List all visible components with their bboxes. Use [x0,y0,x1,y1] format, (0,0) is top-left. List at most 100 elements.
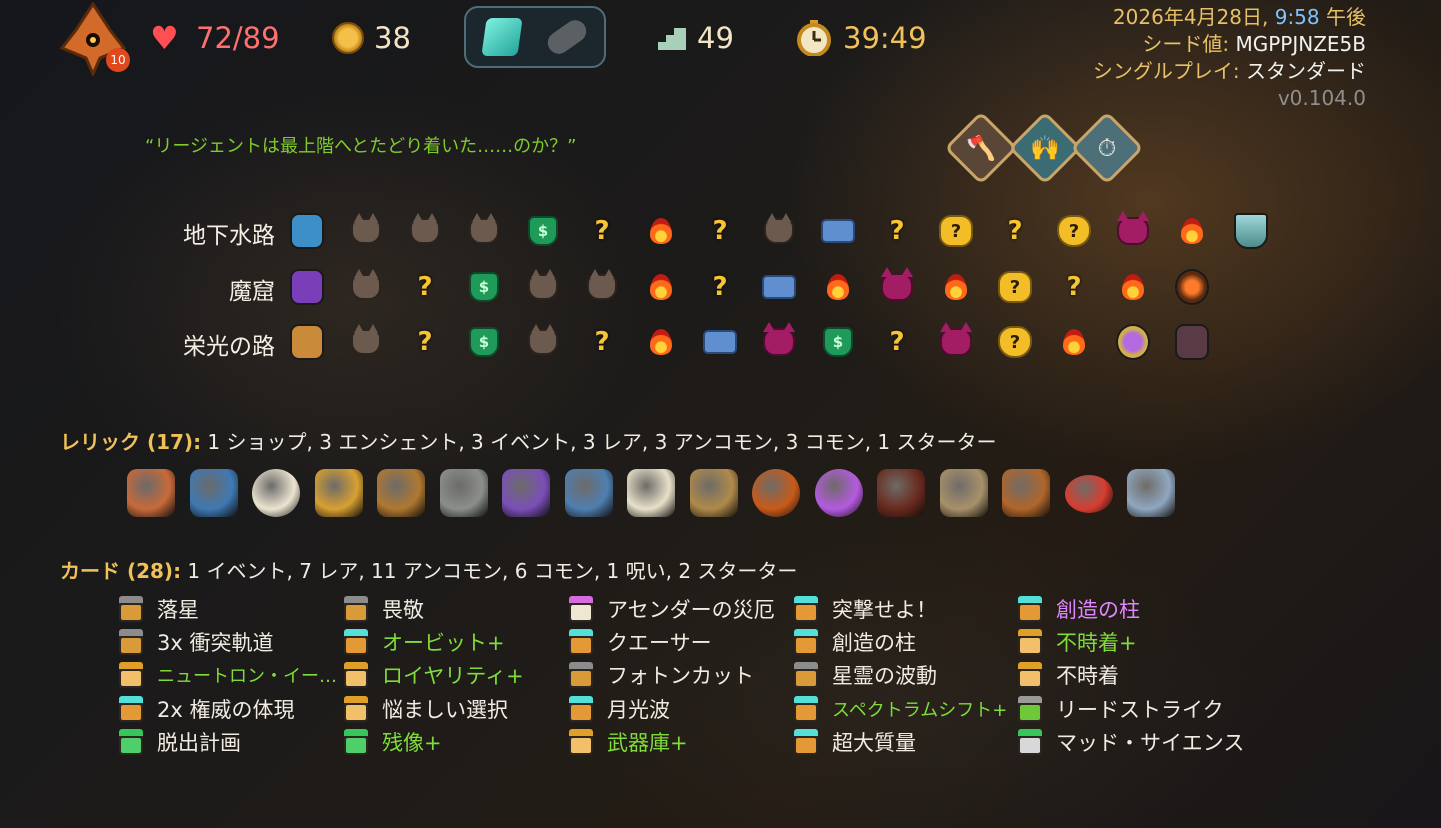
unknown-node-icon[interactable]: ? [408,270,442,304]
card-entry[interactable]: 残像+ [344,727,442,757]
card-entry[interactable]: スペクトラムシフト+ [794,694,1007,724]
rare-unknown-node-icon[interactable]: ? [998,270,1032,304]
card-name: 超大質量 [832,730,916,755]
seed-line[interactable]: シード値: MGPPJNZE5B [1093,31,1366,58]
card-entry[interactable]: 武器庫+ [569,727,688,757]
rest-node-icon[interactable] [644,214,678,248]
card-entry[interactable]: 創造の柱 [1018,594,1140,624]
card-entry[interactable]: ロイヤリティ+ [344,660,524,690]
candelabra-relic-icon[interactable] [439,469,488,517]
lantern-relic-icon[interactable] [689,469,738,517]
monster-node-icon[interactable] [762,213,796,248]
card-entry[interactable]: 畏敬 [344,594,424,624]
horse-relic-icon[interactable] [377,469,425,517]
boss-end3-node-icon[interactable] [1175,324,1209,360]
drill-relic-icon[interactable] [1127,469,1175,517]
treasure-bag-node-icon[interactable]: $ [821,325,855,359]
chest-node-icon[interactable] [821,214,855,248]
card-entry[interactable]: マッド・サイエンス [1018,727,1244,757]
rest-node-icon[interactable] [1116,270,1150,304]
rest-node-icon[interactable] [1057,325,1091,359]
figure-modifier-icon[interactable]: 🙌 [1008,111,1082,185]
cheese-relic-icon[interactable] [252,469,300,517]
card-entry[interactable]: 脱出計画 [119,727,241,757]
card-entry[interactable]: リードストライク [1018,694,1224,724]
boss-end-node-icon[interactable] [1234,213,1268,249]
unknown-node-icon[interactable]: ? [408,325,442,359]
axe-modifier-icon[interactable]: 🪓 [944,111,1018,185]
card-entry[interactable]: クエーサー [569,627,712,657]
monster-node-icon[interactable] [526,269,560,304]
unknown-node-icon[interactable]: ? [998,214,1032,248]
unknown-node-icon[interactable]: ? [880,325,914,359]
rest-node-icon[interactable] [644,325,678,359]
flower-pot-relic-icon[interactable] [314,469,363,517]
rest-node-icon[interactable] [644,270,678,304]
button-relic-icon[interactable] [1064,475,1113,513]
tent-relic-icon[interactable] [502,469,550,517]
treasure-bag-node-icon[interactable]: $ [526,214,560,248]
duck-relic-icon[interactable] [627,469,675,517]
elite-node-icon[interactable] [939,322,973,359]
card-entry[interactable]: 不時着+ [1018,627,1137,657]
card-entry[interactable]: オービット+ [344,627,505,657]
card-entry[interactable]: 月光波 [569,694,670,724]
chest-node-icon[interactable] [703,325,737,359]
rare-unknown-node-icon[interactable]: ? [939,214,973,248]
seed-value[interactable]: MGPPJNZE5B [1235,32,1366,56]
card-entry[interactable]: 星霊の波動 [794,660,937,690]
unknown-node-icon[interactable]: ? [703,214,737,248]
boss-blue-node-icon[interactable] [290,213,324,249]
monster-node-icon[interactable] [408,213,442,248]
empty-potion-slot-icon[interactable] [543,15,591,59]
chest-node-icon[interactable] [762,270,796,304]
card-entry[interactable]: 超大質量 [794,727,916,757]
rest-node-icon[interactable] [1175,214,1209,248]
anvil-relic-icon[interactable] [564,469,613,517]
treasure-bag-node-icon[interactable]: $ [467,270,501,304]
chest-relic-icon[interactable] [189,469,238,517]
unknown-node-icon[interactable]: ? [703,270,737,304]
card-entry[interactable]: 3x 衝突軌道 [119,627,273,657]
crate-relic-icon[interactable] [1002,469,1050,517]
card-entry[interactable]: 悩ましい選択 [344,694,508,724]
card-entry[interactable]: 落星 [119,594,199,624]
unknown-node-icon[interactable]: ? [1057,270,1091,304]
unknown-node-icon[interactable]: ? [880,214,914,248]
monster-node-icon[interactable] [526,324,560,359]
clock-modifier-icon[interactable]: ⏱ [1070,111,1144,185]
card-entry[interactable]: ニュートロン・イー… [119,660,337,690]
elite-unknown-node-icon[interactable]: ? [1057,214,1091,248]
card-entry[interactable]: 不時着 [1018,660,1119,690]
monster-node-icon[interactable] [467,213,501,248]
boss-purple-node-icon[interactable] [290,269,324,305]
backpack-relic-icon[interactable] [939,469,988,517]
rest-node-icon[interactable] [821,270,855,304]
card-entry[interactable]: 突撃せよ！ [794,594,937,624]
orb-relic-icon[interactable] [814,469,863,517]
boss-end2-node-icon[interactable] [1175,269,1209,305]
monster-node-icon[interactable] [585,269,619,304]
monster-node-icon[interactable] [349,269,383,304]
card-entry[interactable]: フォトンカット [569,660,754,690]
elite-node-icon[interactable] [762,322,796,359]
elite-node-icon[interactable] [880,267,914,304]
elite-unknown-node-icon[interactable]: ? [998,325,1032,359]
crossbow-relic-icon[interactable] [877,469,925,517]
boss-gem-node-icon[interactable] [1116,324,1150,360]
unknown-node-icon[interactable]: ? [585,325,619,359]
rest-node-icon[interactable] [939,270,973,304]
elite-node-icon[interactable] [1116,211,1150,248]
monster-node-icon[interactable] [349,324,383,359]
potion-icon[interactable] [481,18,523,56]
card-entry[interactable]: アセンダーの災厄 [569,594,775,624]
boss-lion-node-icon[interactable] [290,324,324,360]
card-entry[interactable]: 創造の柱 [794,627,916,657]
ore-relic-icon[interactable] [127,469,175,517]
potion-belt[interactable] [464,6,606,68]
unknown-node-icon[interactable]: ? [585,214,619,248]
yarn-relic-icon[interactable] [752,469,800,517]
treasure-bag-node-icon[interactable]: $ [467,325,501,359]
card-entry[interactable]: 2x 権威の体現 [119,694,294,724]
monster-node-icon[interactable] [349,213,383,248]
